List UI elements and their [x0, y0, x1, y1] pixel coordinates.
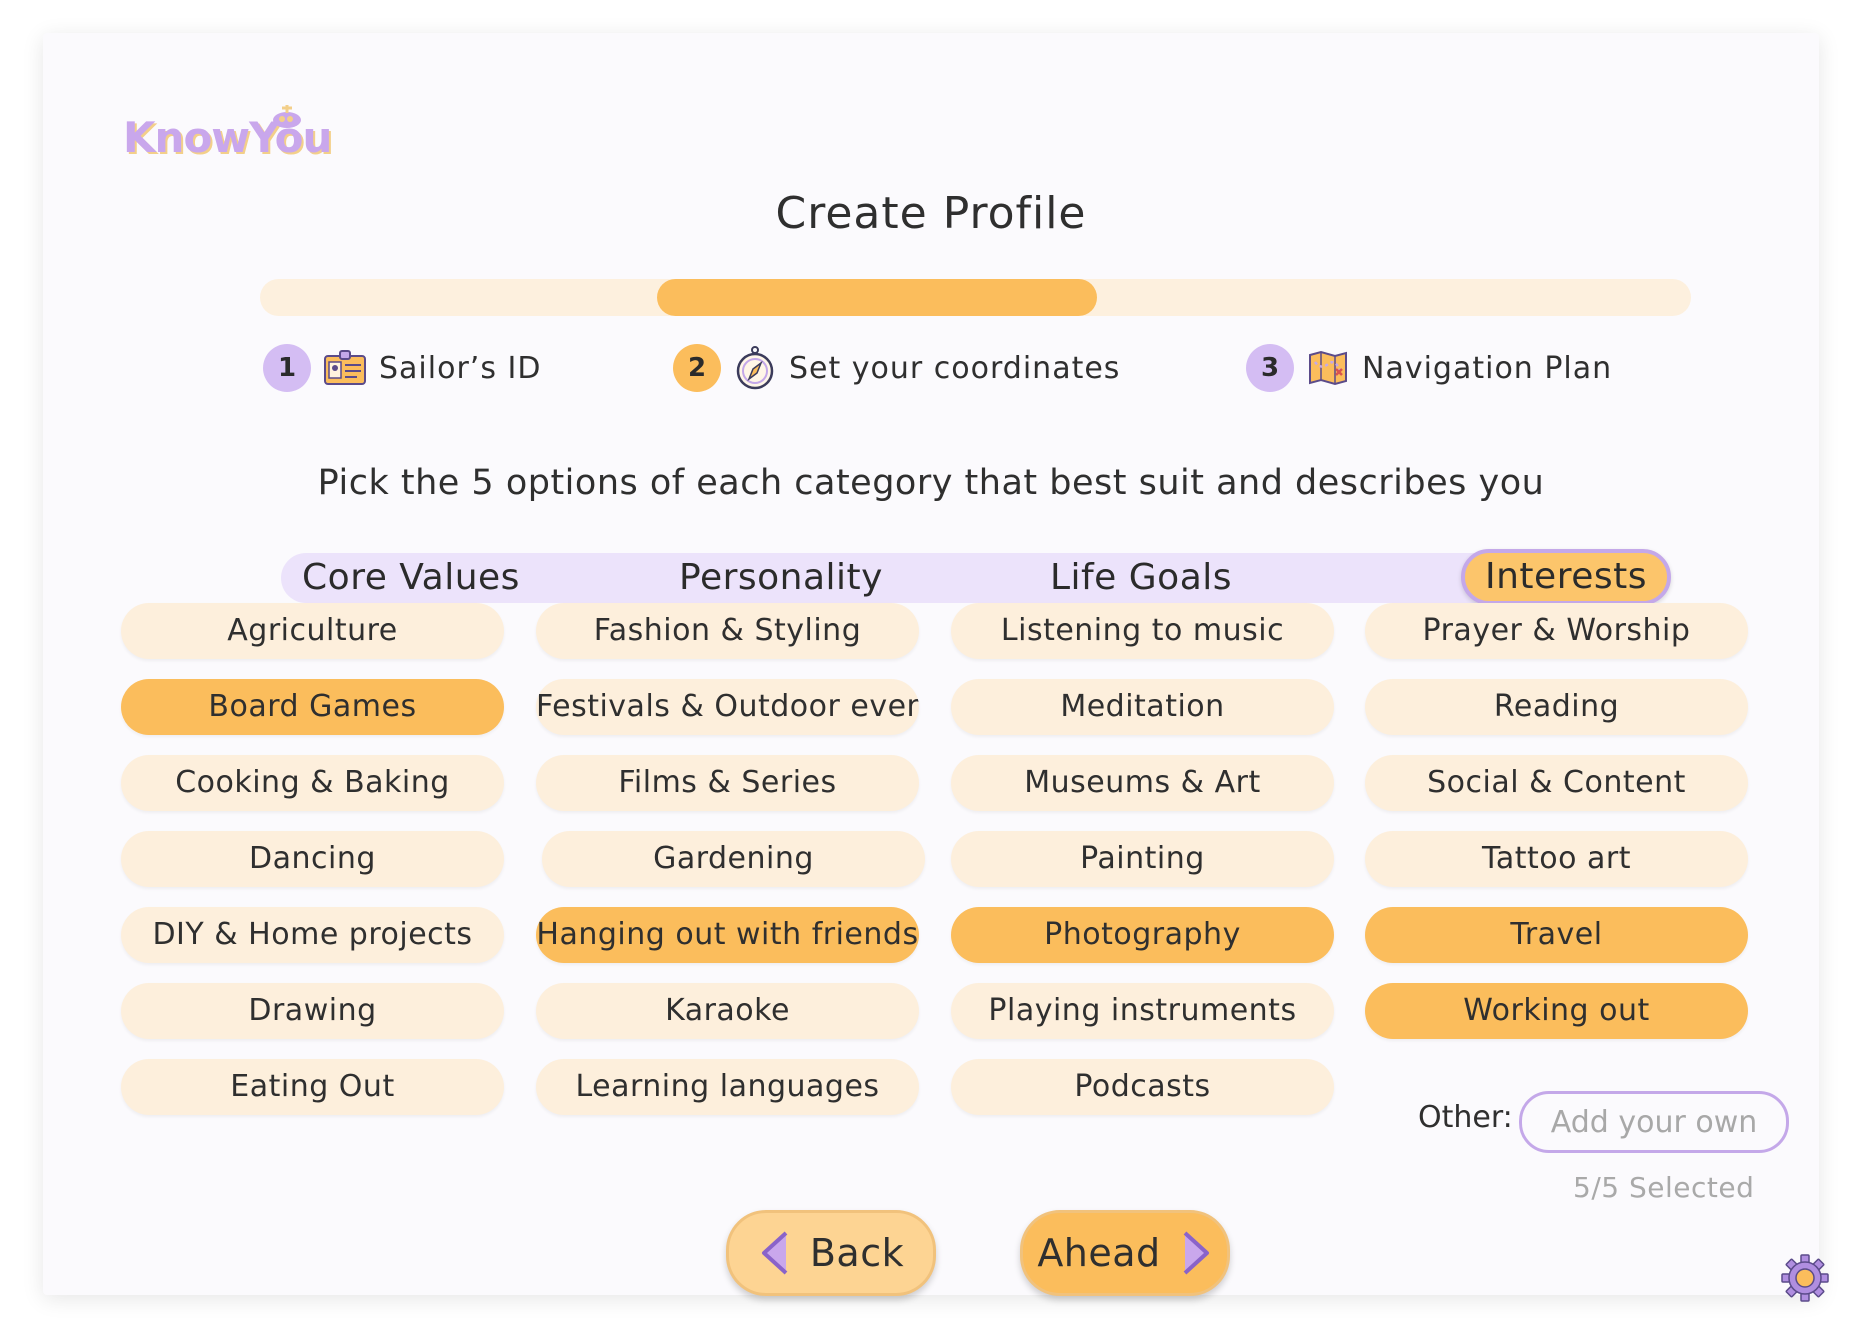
- option-chip[interactable]: Gardening: [542, 831, 925, 887]
- category-tabs: Core Values Personality Life Goals Inter…: [281, 549, 1671, 605]
- step-2[interactable]: 2 Set your coordinates: [673, 338, 1120, 398]
- step-number: 1: [263, 344, 311, 392]
- stepper: 1 Sailor’s ID 2 Set your coordinates 3 N…: [43, 338, 1819, 398]
- option-chip[interactable]: Podcasts: [951, 1059, 1334, 1115]
- option-chip[interactable]: Agriculture: [121, 603, 504, 659]
- progress-fill: [657, 279, 1097, 316]
- gear-icon[interactable]: [1780, 1253, 1830, 1303]
- progress-track: [260, 279, 1691, 316]
- step-label: Set your coordinates: [789, 350, 1121, 386]
- option-chip[interactable]: Board Games: [121, 679, 504, 735]
- ship-logo-icon: [273, 105, 301, 128]
- option-chip[interactable]: Working out: [1365, 983, 1748, 1039]
- option-chip[interactable]: Social & Content: [1365, 755, 1748, 811]
- option-chip[interactable]: Learning languages: [536, 1059, 919, 1115]
- treasure-map-icon: [1306, 346, 1350, 390]
- ahead-label: Ahead: [1037, 1231, 1161, 1275]
- selection-counter: 5/5 Selected: [1573, 1171, 1755, 1204]
- tab-personality[interactable]: Personality: [651, 553, 911, 603]
- option-chip[interactable]: Listening to music: [951, 603, 1334, 659]
- create-profile-page: KnowYou Create Profile 1 Sailor’s ID 2 S…: [43, 33, 1829, 1302]
- option-chip[interactable]: Karaoke: [536, 983, 919, 1039]
- step-label: Sailor’s ID: [379, 350, 542, 386]
- step-1[interactable]: 1 Sailor’s ID: [263, 338, 541, 398]
- chevron-right-icon: [1179, 1229, 1213, 1277]
- option-chip[interactable]: Eating Out: [121, 1059, 504, 1115]
- compass-icon: [733, 346, 777, 390]
- back-label: Back: [809, 1231, 905, 1275]
- other-label: Other:: [1418, 1100, 1513, 1135]
- option-chip[interactable]: Fashion & Styling: [536, 603, 919, 659]
- other-interest-input[interactable]: [1519, 1091, 1789, 1153]
- option-chip[interactable]: Films & Series: [536, 755, 919, 811]
- step-3[interactable]: 3 Navigation Plan: [1246, 338, 1612, 398]
- option-chip[interactable]: Drawing: [121, 983, 504, 1039]
- option-chip[interactable]: Museums & Art: [951, 755, 1334, 811]
- option-chip[interactable]: Photography: [951, 907, 1334, 963]
- chevron-left-icon: [758, 1229, 792, 1277]
- page-title: Create Profile: [775, 188, 1087, 239]
- instruction-text: Pick the 5 options of each category that…: [317, 463, 1545, 503]
- option-chip[interactable]: Cooking & Baking: [121, 755, 504, 811]
- option-chip[interactable]: Meditation: [951, 679, 1334, 735]
- step-number: 2: [673, 344, 721, 392]
- tab-interests[interactable]: Interests: [1461, 549, 1671, 605]
- option-chip[interactable]: Hanging out with friends: [536, 907, 919, 963]
- option-chip[interactable]: Travel: [1365, 907, 1748, 963]
- option-chip[interactable]: Reading: [1365, 679, 1748, 735]
- option-chip[interactable]: Prayer & Worship: [1365, 603, 1748, 659]
- option-chip[interactable]: Tattoo art: [1365, 831, 1748, 887]
- step-label: Navigation Plan: [1362, 350, 1613, 386]
- option-chip[interactable]: DIY & Home projects: [121, 907, 504, 963]
- option-chip[interactable]: Dancing: [121, 831, 504, 887]
- ahead-button[interactable]: Ahead: [1020, 1210, 1230, 1296]
- tab-core-values[interactable]: Core Values: [291, 553, 531, 603]
- option-chip[interactable]: Painting: [951, 831, 1334, 887]
- option-chip[interactable]: Festivals & Outdoor event: [536, 679, 919, 735]
- tab-life-goals[interactable]: Life Goals: [1031, 553, 1251, 603]
- id-card-icon: [323, 346, 367, 390]
- option-chip[interactable]: Playing instruments: [951, 983, 1334, 1039]
- step-number: 3: [1246, 344, 1294, 392]
- back-button[interactable]: Back: [726, 1210, 936, 1296]
